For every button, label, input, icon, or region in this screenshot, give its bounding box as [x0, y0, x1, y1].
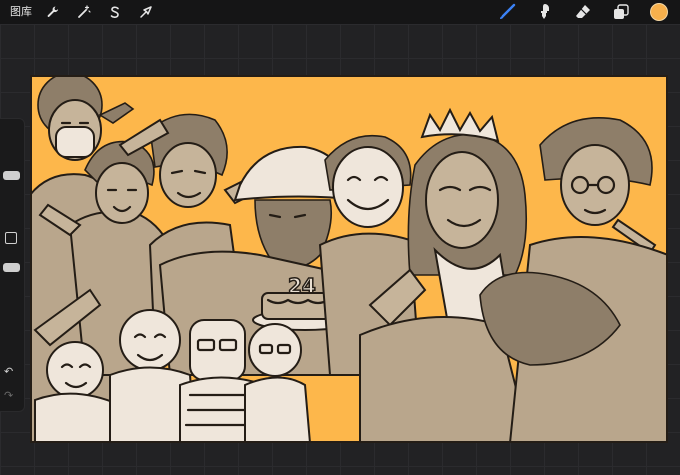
modify-button[interactable]: [5, 232, 17, 244]
left-tool-group: [44, 3, 155, 21]
eraser-icon[interactable]: [574, 3, 592, 21]
smudge-icon[interactable]: [536, 3, 554, 21]
artwork-illustration: .ink { stroke:#241d16; stroke-width:2.2;…: [30, 75, 668, 443]
undo-icon[interactable]: ↶: [4, 365, 13, 378]
brush-icon[interactable]: [498, 3, 516, 21]
redo-icon[interactable]: ↷: [4, 389, 13, 402]
gallery-button[interactable]: 图库: [10, 4, 32, 20]
magic-wand-icon[interactable]: [75, 3, 93, 21]
figure-front-glasses-kid: [244, 323, 312, 443]
color-picker-button[interactable]: [650, 3, 668, 21]
wrench-icon[interactable]: [44, 3, 62, 21]
layers-icon[interactable]: [612, 3, 630, 21]
arrow-cursor-icon[interactable]: [137, 3, 155, 21]
drawing-canvas[interactable]: .ink { stroke:#241d16; stroke-width:2.2;…: [30, 75, 668, 443]
selection-s-icon[interactable]: [106, 3, 124, 21]
top-toolbar: 图库: [0, 0, 680, 24]
opacity-slider[interactable]: [3, 263, 20, 272]
right-tool-group: [498, 3, 668, 21]
left-sidebar: ↶ ↷: [0, 118, 25, 412]
brush-size-slider[interactable]: [3, 171, 20, 180]
